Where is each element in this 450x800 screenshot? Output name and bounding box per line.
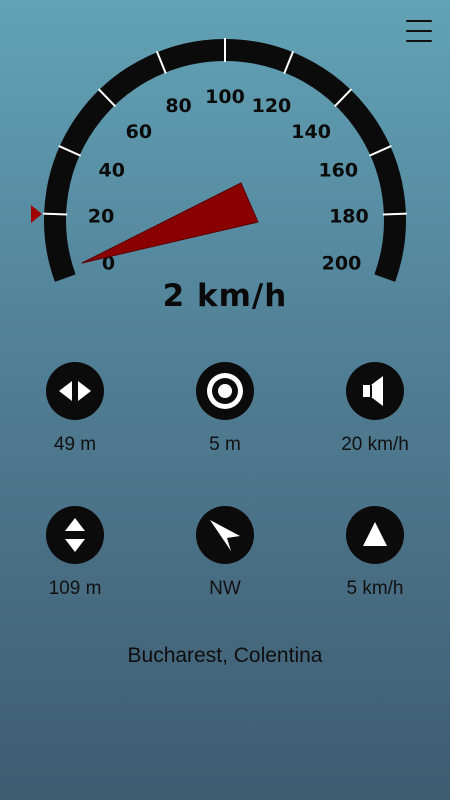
gauge-tick — [43, 212, 68, 216]
compass-pointer-icon — [210, 520, 240, 551]
speedometer-gauge: 020406080 100 120140160180200 — [31, 38, 407, 282]
gauge-tick-label: 40 — [98, 160, 124, 182]
up-triangle-icon — [363, 522, 387, 546]
gauge-tick-label: 180 — [329, 206, 369, 228]
accuracy-stat: 5 m — [150, 362, 300, 456]
alert-speed-stat: 20 km/h — [300, 362, 450, 456]
speed-marker-icon — [31, 205, 42, 223]
alert-speed-value: 20 km/h — [341, 434, 409, 455]
horizontal-distance-value: 49 m — [53, 434, 97, 455]
average-speed-value: 5 km/h — [346, 578, 404, 599]
heading-value: NW — [209, 578, 241, 599]
target-icon — [207, 373, 243, 409]
altitude-value: 109 m — [48, 578, 102, 599]
vertical-arrows-icon — [65, 518, 85, 552]
altitude-stat: 109 m — [0, 506, 150, 600]
gauge-tick — [382, 212, 407, 216]
horizontal-arrows-icon — [59, 381, 91, 401]
average-speed-stat: 5 km/h — [300, 506, 450, 600]
speaker-icon — [363, 376, 383, 406]
gauge-tick-label: 100 — [205, 86, 245, 108]
accuracy-value: 5 m — [209, 434, 241, 455]
gauge-tick-label: 80 — [165, 95, 191, 117]
location-label: Bucharest, Colentina — [127, 644, 323, 667]
horizontal-distance-stat: 49 m — [0, 362, 150, 456]
gauge-tick-label: 160 — [318, 160, 358, 182]
speed-readout: 2 km/h — [162, 278, 288, 314]
gauge-tick-label: 20 — [88, 206, 114, 228]
gauge-tick-label: 60 — [126, 121, 152, 143]
gauge-tick-label: 140 — [291, 121, 331, 143]
gauge-tick-label: 120 — [252, 95, 292, 117]
heading-stat: NW — [150, 506, 300, 600]
gauge-tick-label: 200 — [322, 252, 362, 274]
